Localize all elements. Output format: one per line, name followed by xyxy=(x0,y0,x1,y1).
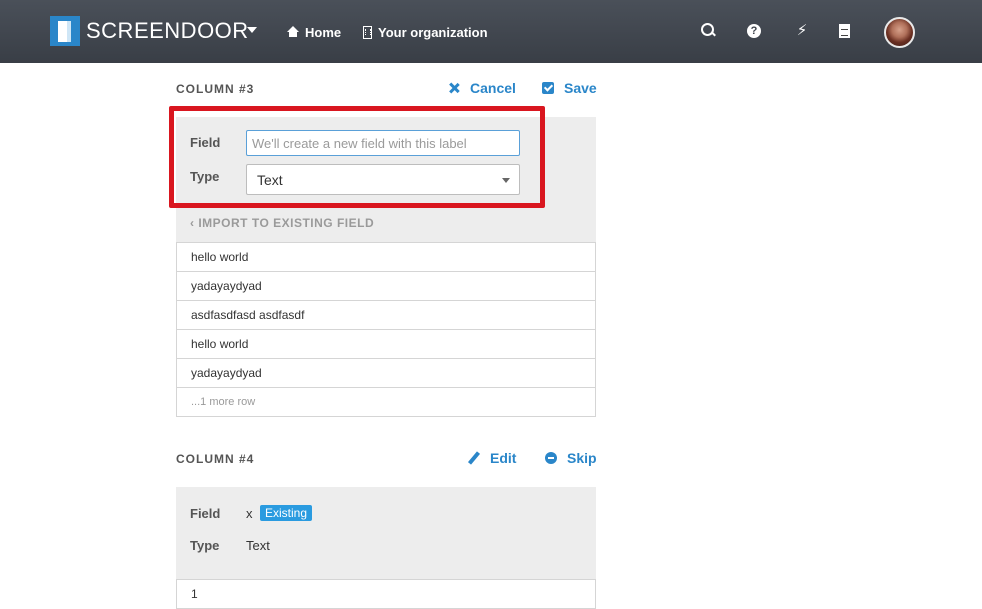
brand-name[interactable]: SCREENDOOR xyxy=(86,18,249,44)
home-icon xyxy=(287,26,299,38)
user-avatar[interactable] xyxy=(884,17,915,48)
top-navbar: SCREENDOOR Home Your organization ? ⚡ xyxy=(0,0,982,63)
sample-row: yadayaydyad xyxy=(177,271,595,300)
document-icon[interactable] xyxy=(837,22,855,40)
screendoor-logo-icon[interactable] xyxy=(50,16,80,46)
existing-badge: Existing xyxy=(260,505,313,521)
sample-row: 1 xyxy=(177,579,595,608)
minus-circle-icon xyxy=(545,452,557,464)
nav-organization-link[interactable]: Your organization xyxy=(363,22,488,42)
type-label: Type xyxy=(190,538,220,553)
highlight-box xyxy=(169,106,545,208)
field-value: x xyxy=(246,506,253,521)
skip-button[interactable]: Skip xyxy=(545,450,597,466)
edit-button[interactable]: Edit xyxy=(468,450,516,466)
column-4-mapping-panel: Field x Existing Type Text xyxy=(176,487,596,580)
help-icon[interactable]: ? xyxy=(747,22,765,40)
import-to-existing-field-link[interactable]: ‹ IMPORT TO EXISTING FIELD xyxy=(190,216,374,230)
save-label: Save xyxy=(564,80,597,96)
more-rows-text: ...1 more row xyxy=(177,387,595,416)
search-icon[interactable] xyxy=(700,22,718,40)
pencil-icon xyxy=(468,452,480,464)
nav-organization-label: Your organization xyxy=(378,24,488,40)
brand-dropdown-caret-icon[interactable] xyxy=(247,27,257,33)
column-3-title: COLUMN #3 xyxy=(176,82,255,96)
cancel-button[interactable]: Cancel xyxy=(448,80,516,96)
column-3-sample-rows: hello world yadayaydyad asdfasdfasd asdf… xyxy=(176,242,596,417)
field-label: Field xyxy=(190,506,221,521)
nav-home-link[interactable]: Home xyxy=(287,22,341,42)
bolt-icon[interactable]: ⚡ xyxy=(793,22,811,40)
sample-row: hello world xyxy=(177,242,595,271)
sample-row: yadayaydyad xyxy=(177,358,595,387)
sample-row: hello world xyxy=(177,329,595,358)
type-value: Text xyxy=(246,538,270,553)
building-icon xyxy=(363,25,372,39)
checkbox-check-icon xyxy=(542,82,554,94)
save-button[interactable]: Save xyxy=(542,80,597,96)
column-4-sample-rows: 1 xyxy=(176,579,596,609)
sample-row: asdfasdfasd asdfasdf xyxy=(177,300,595,329)
column-4-title: COLUMN #4 xyxy=(176,452,255,466)
nav-home-label: Home xyxy=(305,24,342,40)
close-icon xyxy=(448,82,460,94)
skip-label: Skip xyxy=(567,450,597,466)
cancel-label: Cancel xyxy=(470,80,516,96)
edit-label: Edit xyxy=(490,450,517,466)
